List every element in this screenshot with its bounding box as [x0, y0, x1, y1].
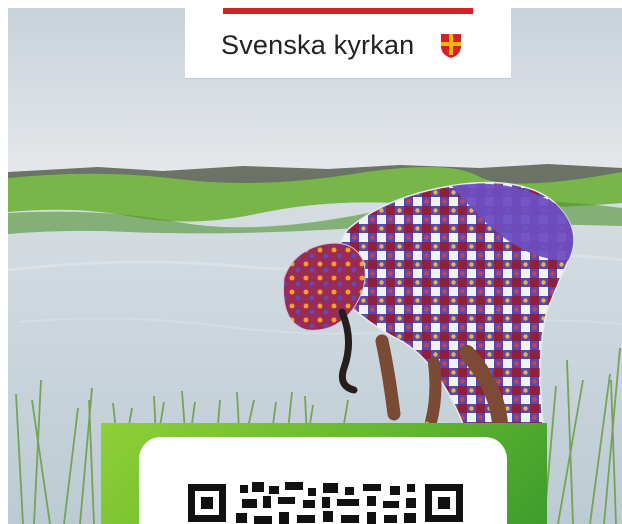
- qr-code-icon[interactable]: [187, 482, 465, 524]
- cross-shield-icon: [441, 34, 461, 58]
- qr-card: [139, 437, 507, 524]
- campaign-frame: Svenska kyrkan: [8, 8, 622, 524]
- act-wordmark: [223, 8, 473, 14]
- donation-qr-panel: [101, 423, 547, 524]
- organization-name: Svenska kyrkan: [221, 30, 415, 60]
- logo-card: Svenska kyrkan: [185, 8, 511, 78]
